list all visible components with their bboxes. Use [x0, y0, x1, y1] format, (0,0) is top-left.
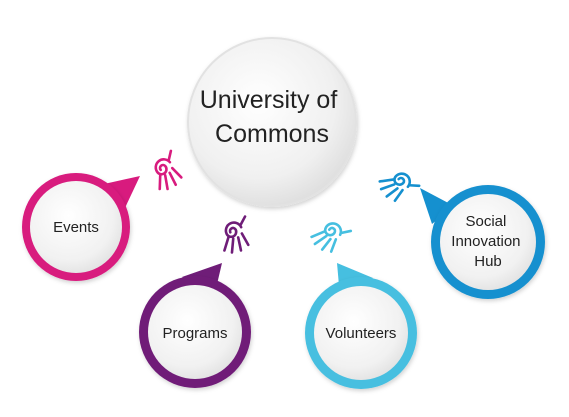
node-label-line: Innovation — [451, 233, 520, 250]
center-node: University of Commons — [187, 37, 357, 207]
node-label-line: Social — [465, 213, 506, 230]
center-label-line: Commons — [215, 120, 329, 148]
node-social-innovation-hub: Social Innovation Hub — [420, 185, 545, 299]
diagram-canvas: University of Commons Events Programs Vo… — [22, 37, 545, 389]
node-label-line: Events — [53, 219, 99, 236]
node-label: Volunteers — [326, 325, 397, 342]
center-label-line: University of — [200, 86, 338, 114]
hand-spiral-icon — [307, 215, 353, 259]
node-label-line: Volunteers — [326, 325, 397, 342]
hand-spiral-icon — [144, 149, 191, 196]
node-label: Events — [53, 219, 99, 236]
hand-spiral-icon — [373, 163, 421, 210]
node-label: Programs — [162, 325, 227, 342]
node-label-line: Hub — [474, 253, 502, 270]
node-programs: Programs — [139, 263, 251, 388]
node-label-line: Programs — [162, 325, 227, 342]
node-volunteers: Volunteers — [305, 263, 417, 389]
node-events: Events — [22, 173, 140, 281]
hand-spiral-icon — [213, 215, 259, 259]
